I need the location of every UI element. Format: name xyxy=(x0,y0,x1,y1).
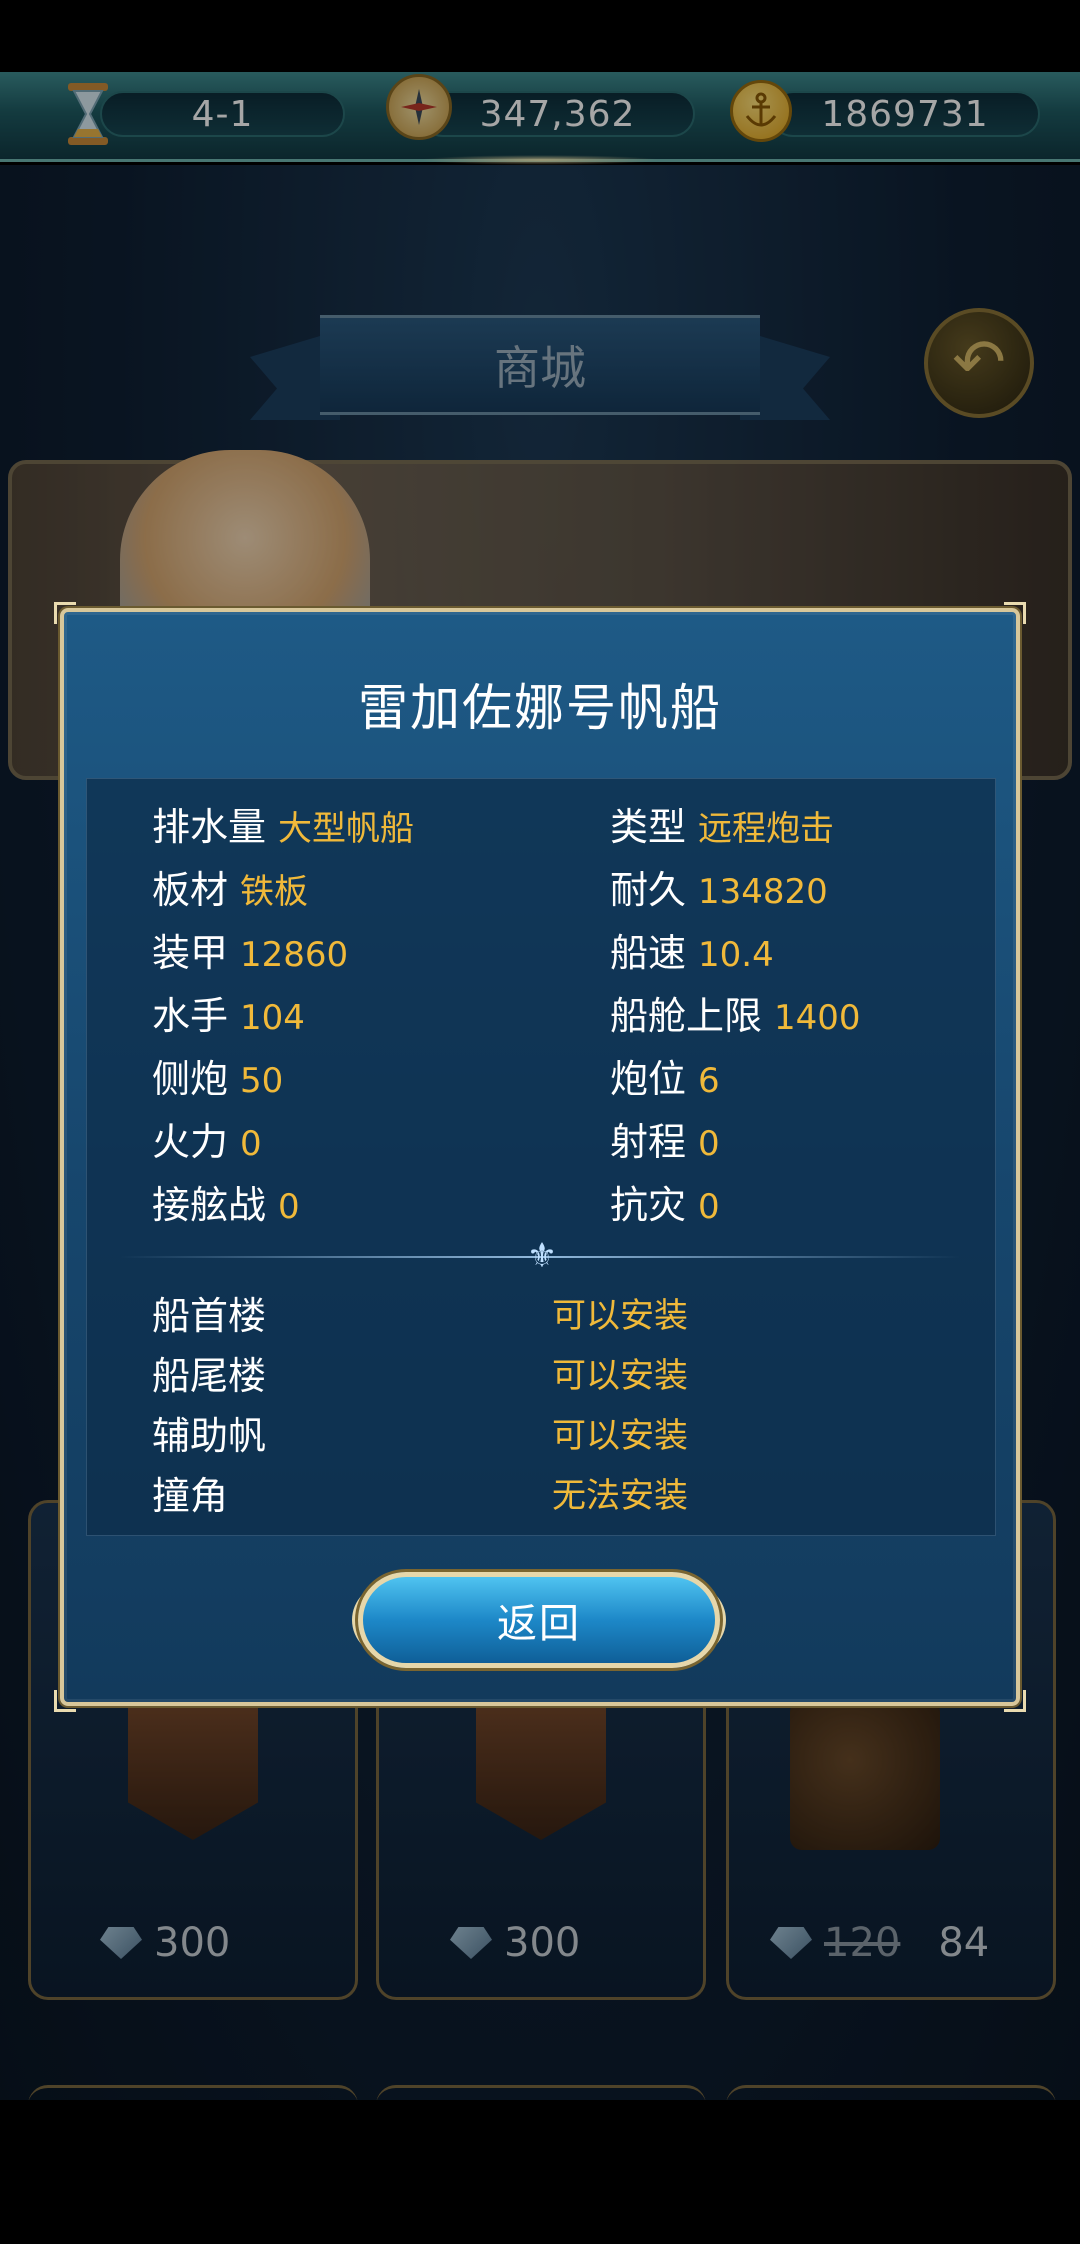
stat-disaster-resist: 抗灾 0 xyxy=(610,1174,720,1229)
stat-sailors: 水手 104 xyxy=(152,985,305,1040)
stat-value: 12860 xyxy=(240,935,349,975)
stat-label: 板材 xyxy=(152,868,229,912)
stat-label: 侧炮 xyxy=(152,1057,229,1101)
stat-speed: 船速 10.4 xyxy=(610,922,774,977)
stat-label: 炮位 xyxy=(610,1057,687,1101)
corner-ornament xyxy=(54,602,76,624)
stat-label: 船速 xyxy=(610,931,687,975)
stat-boarding: 接舷战 0 xyxy=(152,1174,300,1229)
stat-value: 104 xyxy=(240,998,305,1038)
stat-label: 耐久 xyxy=(610,868,687,912)
slot-aux-sail: 辅助帆 xyxy=(152,1414,267,1458)
stat-cargo-limit: 船舱上限 1400 xyxy=(610,985,861,1040)
stat-type: 类型 远程炮击 xyxy=(610,796,834,851)
stat-value: 10.4 xyxy=(698,935,774,975)
slot-forecastle-status: 可以安装 xyxy=(552,1296,688,1336)
stat-label: 类型 xyxy=(610,805,687,849)
divider-ornament-icon: ⚜ xyxy=(526,1236,558,1276)
stat-range: 射程 0 xyxy=(610,1111,720,1166)
stat-value: 1400 xyxy=(774,998,861,1038)
slot-ram: 撞角 xyxy=(152,1474,229,1518)
stat-label: 水手 xyxy=(152,994,229,1038)
stat-value: 铁板 xyxy=(240,872,309,912)
slot-sterncastle: 船尾楼 xyxy=(152,1354,267,1398)
stat-value: 50 xyxy=(240,1061,284,1101)
stat-value: 0 xyxy=(278,1187,300,1227)
stat-value: 大型帆船 xyxy=(278,809,415,849)
stat-value: 6 xyxy=(698,1061,720,1101)
stat-value: 0 xyxy=(240,1124,262,1164)
corner-ornament xyxy=(1004,602,1026,624)
stat-displacement: 排水量 大型帆船 xyxy=(152,796,414,851)
stat-value: 0 xyxy=(698,1187,720,1227)
slot-forecastle: 船首楼 xyxy=(152,1294,267,1338)
return-button[interactable]: 返回 xyxy=(358,1572,720,1668)
corner-ornament xyxy=(54,1690,76,1712)
slot-sterncastle-status: 可以安装 xyxy=(552,1356,688,1396)
stat-label: 射程 xyxy=(610,1120,687,1164)
stat-label: 接舷战 xyxy=(152,1183,267,1227)
slot-ram-status: 无法安装 xyxy=(552,1476,688,1516)
slot-aux-sail-status: 可以安装 xyxy=(552,1416,688,1456)
stat-plating: 板材 铁板 xyxy=(152,859,308,914)
stat-value: 0 xyxy=(698,1124,720,1164)
stat-firepower: 火力 0 xyxy=(152,1111,262,1166)
stat-label: 船舱上限 xyxy=(610,994,763,1038)
stat-gun-slots: 炮位 6 xyxy=(610,1048,720,1103)
stat-broadside: 侧炮 50 xyxy=(152,1048,283,1103)
dialog-title: 雷加佐娜号帆船 xyxy=(358,679,722,737)
stat-label: 火力 xyxy=(152,1120,229,1164)
stat-armor: 装甲 12860 xyxy=(152,922,348,977)
stat-durability: 耐久 134820 xyxy=(610,859,828,914)
stat-value: 134820 xyxy=(698,872,828,912)
stat-label: 排水量 xyxy=(152,805,267,849)
return-button-label: 返回 xyxy=(497,1601,581,1647)
stat-label: 抗灾 xyxy=(610,1183,687,1227)
corner-ornament xyxy=(1004,1690,1026,1712)
stat-label: 装甲 xyxy=(152,931,229,975)
stat-value: 远程炮击 xyxy=(698,809,835,849)
